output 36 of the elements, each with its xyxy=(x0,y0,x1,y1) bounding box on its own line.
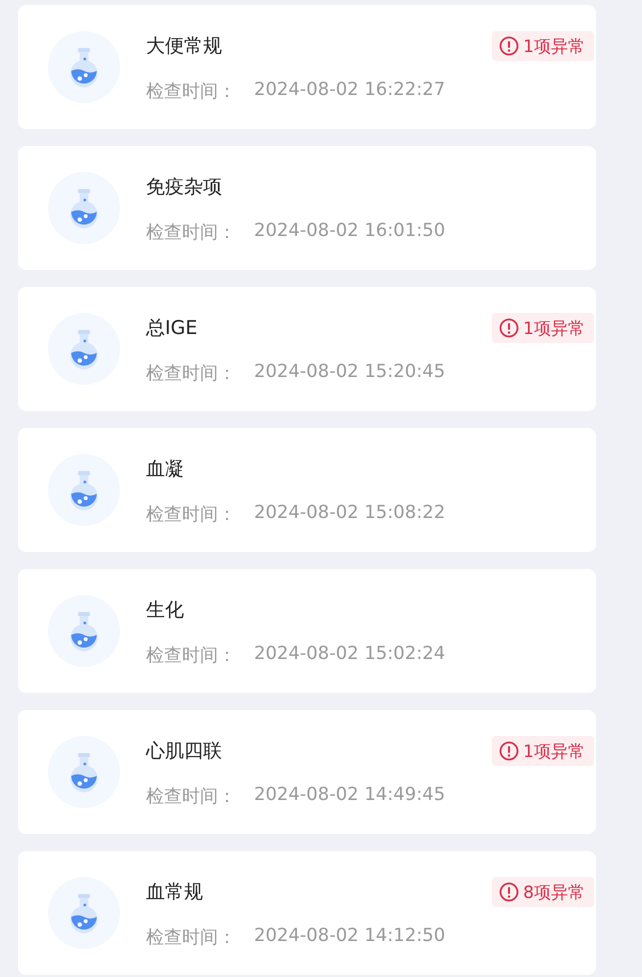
report-title: 大便常规 xyxy=(146,34,222,59)
report-title: 免疫杂项 xyxy=(146,175,222,200)
report-card[interactable]: 生化 检查时间： 2024-08-02 15:02:24 xyxy=(18,569,596,693)
report-card[interactable]: 免疫杂项 检查时间： 2024-08-02 16:01:50 xyxy=(18,146,596,270)
warning-icon xyxy=(499,741,520,761)
report-card[interactable]: 血凝 检查时间： 2024-08-02 15:08:22 xyxy=(18,428,596,552)
report-card[interactable]: 总IGE 1项异常 检查时间： 2024-08-02 15:20:45 xyxy=(18,287,596,411)
exam-time: 2024-08-02 15:20:45 xyxy=(254,361,446,384)
warning-icon xyxy=(499,318,520,338)
exam-time: 2024-08-02 15:08:22 xyxy=(254,502,446,525)
report-title: 总IGE xyxy=(146,316,198,341)
time-label: 检查时间： xyxy=(146,80,236,103)
report-title: 血常规 xyxy=(146,880,203,905)
exam-time: 2024-08-02 16:01:50 xyxy=(254,220,446,243)
exam-time: 2024-08-02 14:12:50 xyxy=(254,925,446,948)
time-label: 检查时间： xyxy=(146,644,236,667)
abnormal-count: 1项异常 xyxy=(523,318,585,340)
abnormal-count: 8项异常 xyxy=(523,882,585,904)
time-label: 检查时间： xyxy=(146,221,236,244)
warning-icon xyxy=(499,882,520,902)
time-label: 检查时间： xyxy=(146,785,236,808)
time-label: 检查时间： xyxy=(146,362,236,385)
report-title: 心肌四联 xyxy=(146,739,222,764)
exam-time: 2024-08-02 15:02:24 xyxy=(254,643,446,666)
report-card[interactable]: 血常规 8项异常 检查时间： 2024-08-02 14:12:50 xyxy=(18,851,596,975)
report-title: 生化 xyxy=(146,598,184,623)
abnormal-count: 1项异常 xyxy=(523,740,585,762)
time-label: 检查时间： xyxy=(146,926,236,949)
report-title: 血凝 xyxy=(146,457,184,482)
abnormal-count: 1项异常 xyxy=(523,36,585,58)
time-label: 检查时间： xyxy=(146,503,236,526)
exam-time: 2024-08-02 14:49:45 xyxy=(254,784,446,807)
exam-time: 2024-08-02 16:22:27 xyxy=(254,79,446,102)
report-card[interactable]: 大便常规 1项异常 检查时间： 2024-08-02 16:22:27 xyxy=(18,5,596,129)
warning-icon xyxy=(499,36,520,56)
report-card[interactable]: 心肌四联 1项异常 检查时间： 2024-08-02 14:49:45 xyxy=(18,710,596,834)
